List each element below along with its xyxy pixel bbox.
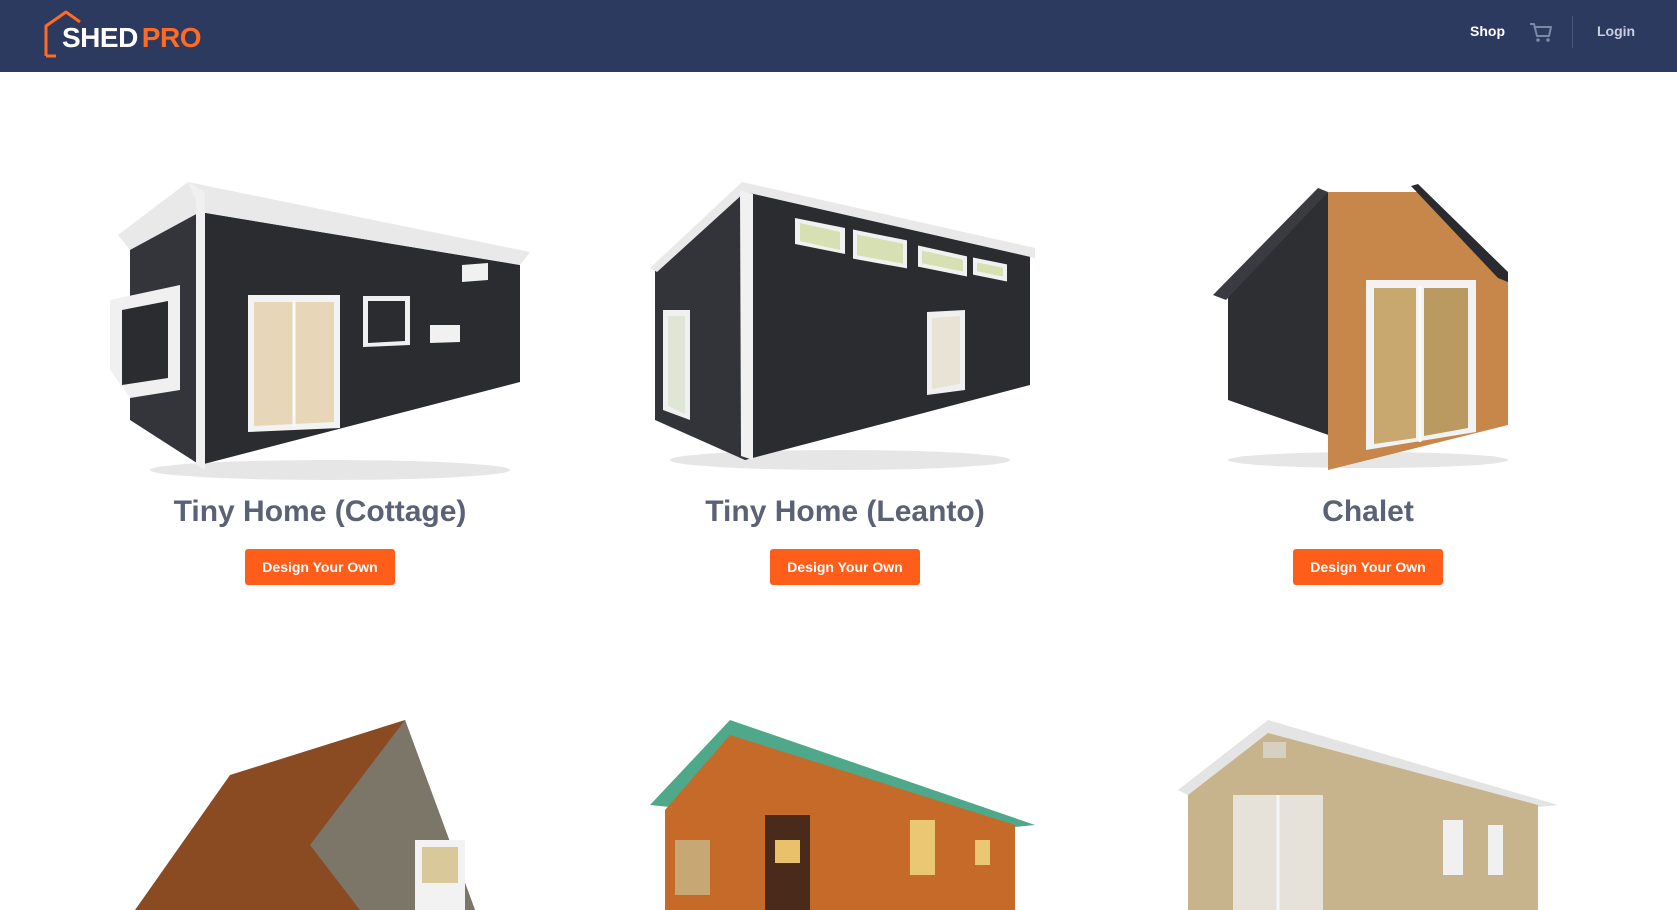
product-card-barn-shed <box>1158 715 1578 910</box>
top-navbar: SHED PRO Shop Login <box>0 0 1677 72</box>
design-your-own-button[interactable]: Design Your Own <box>245 549 395 585</box>
tiny-home-cottage-image[interactable] <box>110 170 530 490</box>
design-your-own-button[interactable]: Design Your Own <box>1293 549 1443 585</box>
product-card-a-frame <box>110 715 530 910</box>
product-title: Chalet <box>1322 495 1414 528</box>
a-frame-image[interactable] <box>110 715 530 910</box>
log-cabin-image[interactable] <box>635 715 1055 910</box>
cart-icon[interactable] <box>1529 22 1553 44</box>
nav-divider <box>1572 16 1573 48</box>
tiny-home-leanto-image[interactable] <box>635 170 1055 490</box>
logo-shed: SHED <box>62 22 138 53</box>
nav-login-link[interactable]: Login <box>1597 23 1635 39</box>
chalet-image[interactable] <box>1158 170 1578 490</box>
logo-pro: PRO <box>141 22 202 53</box>
logo-text: SHED PRO <box>62 22 201 54</box>
barn-shed-image[interactable] <box>1158 715 1578 910</box>
product-card-tiny-home-leanto: Tiny Home (Leanto) Design Your Own <box>635 170 1055 630</box>
product-card-log-cabin <box>635 715 1055 910</box>
shedpro-logo[interactable]: SHED PRO <box>42 8 212 58</box>
product-card-chalet: Chalet Design Your Own <box>1158 170 1578 630</box>
product-title: Tiny Home (Cottage) <box>173 495 467 528</box>
product-title: Tiny Home (Leanto) <box>705 495 985 528</box>
nav-shop-link[interactable]: Shop <box>1470 23 1505 39</box>
design-your-own-button[interactable]: Design Your Own <box>770 549 920 585</box>
product-card-tiny-home-cottage: Tiny Home (Cottage) Design Your Own <box>110 170 530 630</box>
